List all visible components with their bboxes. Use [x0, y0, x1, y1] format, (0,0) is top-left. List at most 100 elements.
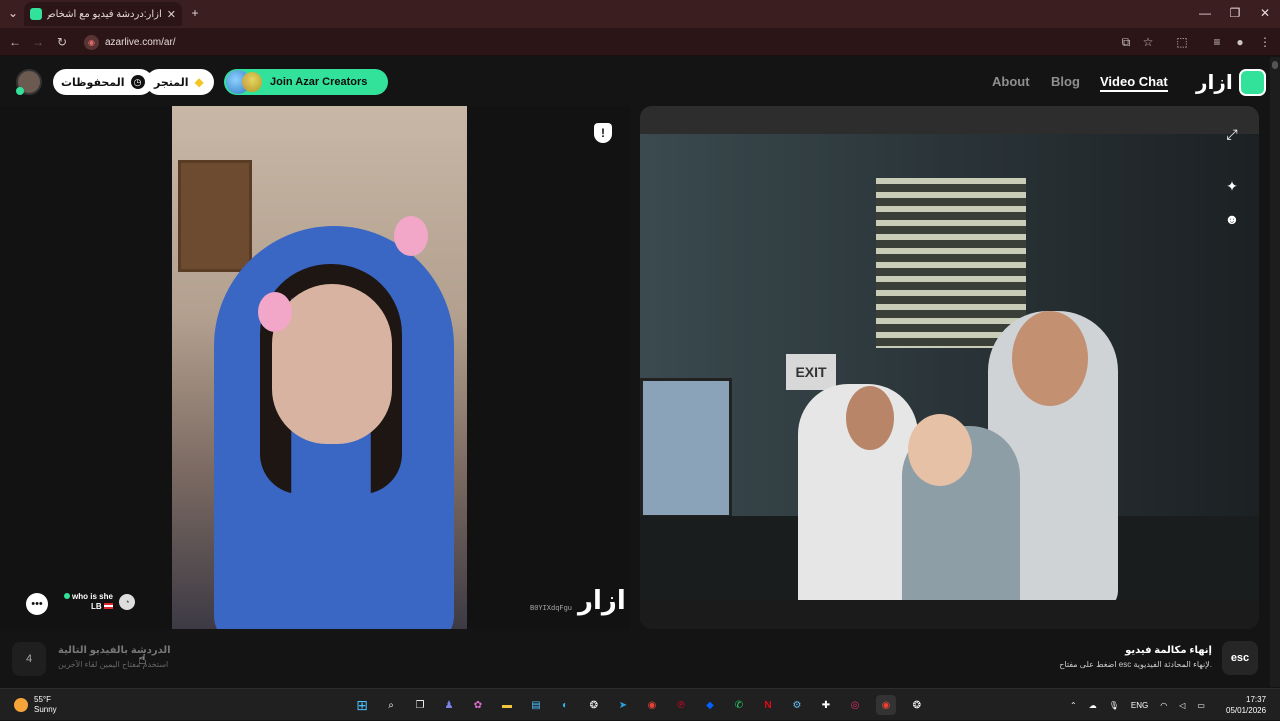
steam-icon[interactable]: ⚙: [787, 695, 807, 715]
video-child-head: [908, 414, 972, 486]
mouse-cursor-icon: ☝: [138, 651, 147, 667]
remote-video-feed: [172, 106, 467, 629]
taskbar-clock[interactable]: 17:37 05/01/2026: [1226, 694, 1266, 716]
weather-temp: 55°F: [34, 695, 51, 704]
video-hood-ear: [394, 216, 428, 256]
effects-sparkle-icon[interactable]: ✦: [1221, 175, 1243, 197]
scroll-up-arrow[interactable]: [1272, 61, 1278, 69]
video-person-left-head: [846, 386, 894, 450]
pinterest-icon[interactable]: ℗: [671, 695, 691, 715]
nav-blog-link[interactable]: Blog: [1051, 74, 1080, 89]
weather-widget[interactable]: 55°F Sunny: [14, 695, 57, 715]
chrome-active-icon[interactable]: ◉: [876, 695, 896, 715]
store-button[interactable]: المتجر ◆: [146, 69, 214, 95]
azar-logo[interactable]: ازار: [1196, 69, 1266, 96]
tab-title: آزار:دردشة فيديو مع أشخاص: [47, 8, 162, 20]
microphone-icon[interactable]: 🎙︎: [1109, 701, 1119, 710]
search-icon[interactable]: ⌕: [381, 695, 401, 715]
browser-toolbar: ← → ↻ ◉ azarlive.com/ar/ ⧉ ☆ ⬚ ≡ ● ⋮: [0, 28, 1280, 56]
window-maximize-button[interactable]: ❐: [1226, 4, 1244, 22]
system-tray: ⌃ ☁ 🎙︎ ENG ◠ ◁ ▭: [1070, 689, 1205, 721]
peer-online-icon: [64, 593, 70, 599]
peer-name: who is she: [72, 592, 113, 601]
battery-icon[interactable]: ▭: [1197, 701, 1205, 710]
bookmark-star-icon[interactable]: ☆: [1139, 33, 1157, 51]
saved-button[interactable]: المحفوظات ◷: [53, 69, 153, 95]
wifi-icon[interactable]: ◠: [1160, 701, 1167, 710]
task-view-icon[interactable]: ❐: [410, 695, 430, 715]
lebanon-flag-icon: [103, 603, 113, 609]
azar-logo-icon: [1238, 69, 1266, 96]
edge-icon[interactable]: ◐: [555, 695, 575, 715]
end-call-subtitle: اضغط على مفتاح esc لإنهاء المحادثة الفيد…: [1059, 660, 1212, 669]
local-video-feed: EXIT ⤢ ✦ ☻: [640, 106, 1259, 629]
peer-avatar-icon[interactable]: ◔: [118, 594, 135, 610]
shortcut-bar: 4 الدردشة بالفيديو التالية استخدم مفتاح …: [0, 629, 1270, 687]
forward-icon[interactable]: →: [29, 33, 47, 51]
report-shield-icon[interactable]: !: [594, 123, 612, 143]
end-call-esc-key[interactable]: esc: [1222, 641, 1258, 675]
tab-close-icon[interactable]: ✕: [167, 8, 176, 21]
azar-favicon-icon: [30, 8, 42, 20]
tray-overflow-icon[interactable]: ⌃: [1070, 701, 1077, 710]
video-bg-door: [178, 160, 252, 272]
windows-start-icon[interactable]: ⊞: [352, 695, 372, 715]
video-letterbox-top: [640, 106, 1259, 134]
expand-icon[interactable]: ⤢: [1221, 123, 1243, 145]
peer-country: LB: [91, 602, 102, 611]
language-indicator[interactable]: ENG: [1131, 701, 1148, 710]
cast-icon[interactable]: ⧉: [1117, 33, 1135, 51]
join-creators-button[interactable]: Join Azar Creators: [224, 69, 388, 95]
browser-menu-icon[interactable]: ⋮: [1256, 33, 1274, 51]
next-video-subtitle: استخدم مفتاح اليمين لقاء الآخرين: [58, 660, 169, 669]
end-call-title: إنهاء مكالمة فيديو: [1125, 645, 1212, 656]
video-person-right-head: [1012, 311, 1088, 406]
clock-icon: ◷: [130, 75, 145, 89]
netflix-icon[interactable]: N: [758, 695, 778, 715]
chatgpt-icon[interactable]: ❂: [584, 695, 604, 715]
nav-video-chat-link[interactable]: Video Chat: [1100, 74, 1168, 92]
face-mask-icon[interactable]: ☻: [1221, 208, 1243, 230]
address-bar[interactable]: ◉ azarlive.com/ar/: [80, 31, 1168, 53]
chat-bubble-icon[interactable]: •••: [26, 593, 48, 615]
session-id: B0YIXdqFgu: [530, 605, 573, 613]
teams-icon[interactable]: ♟: [439, 695, 459, 715]
clock-time: 17:37: [1246, 695, 1267, 704]
video-bg-monitor: [640, 378, 732, 518]
copilot-icon[interactable]: ✿: [468, 695, 488, 715]
telegram-icon[interactable]: ➤: [613, 695, 633, 715]
nav-about-link[interactable]: About: [992, 74, 1030, 89]
reading-list-icon[interactable]: ≡: [1208, 33, 1226, 51]
sunny-icon: [14, 698, 28, 712]
next-video-key[interactable]: 4: [12, 642, 46, 676]
profile-avatar-icon[interactable]: ●: [1231, 33, 1249, 51]
window-close-button[interactable]: ✕: [1256, 4, 1274, 22]
volume-icon[interactable]: ◁: [1179, 701, 1185, 710]
video-hood-ear: [258, 292, 292, 332]
reload-icon[interactable]: ↻: [53, 33, 71, 51]
store-label: المتجر: [154, 76, 189, 89]
tab-search-icon[interactable]: ⌄: [4, 4, 22, 22]
creators-badge-icon: [242, 72, 262, 92]
saved-label: المحفوظات: [61, 76, 125, 89]
page-scrollbar[interactable]: [1270, 57, 1280, 687]
new-tab-button[interactable]: +: [186, 4, 204, 22]
chrome-icon[interactable]: ◉: [642, 695, 662, 715]
gem-icon: ◆: [194, 75, 204, 89]
browser-tab[interactable]: آزار:دردشة فيديو مع أشخاص ✕: [24, 2, 182, 26]
back-icon[interactable]: ←: [6, 33, 24, 51]
store-app-icon[interactable]: ▤: [526, 695, 546, 715]
next-video-title: الدردشة بالفيديو التالية: [58, 645, 171, 656]
dropbox-icon[interactable]: ◆: [700, 695, 720, 715]
openai-app-icon[interactable]: ❂: [907, 695, 927, 715]
capcut-icon[interactable]: ✚: [816, 695, 836, 715]
site-info-icon[interactable]: ◉: [84, 34, 99, 50]
window-minimize-button[interactable]: —: [1196, 4, 1214, 22]
video-bg-blinds: [876, 178, 1026, 348]
whatsapp-icon[interactable]: ✆: [729, 695, 749, 715]
instagram-icon[interactable]: ◎: [845, 695, 865, 715]
extensions-icon[interactable]: ⬚: [1173, 33, 1191, 51]
file-explorer-icon[interactable]: ▬: [497, 695, 517, 715]
cloud-icon[interactable]: ☁: [1089, 701, 1097, 710]
peer-info: who is she LB ◔: [64, 592, 135, 612]
